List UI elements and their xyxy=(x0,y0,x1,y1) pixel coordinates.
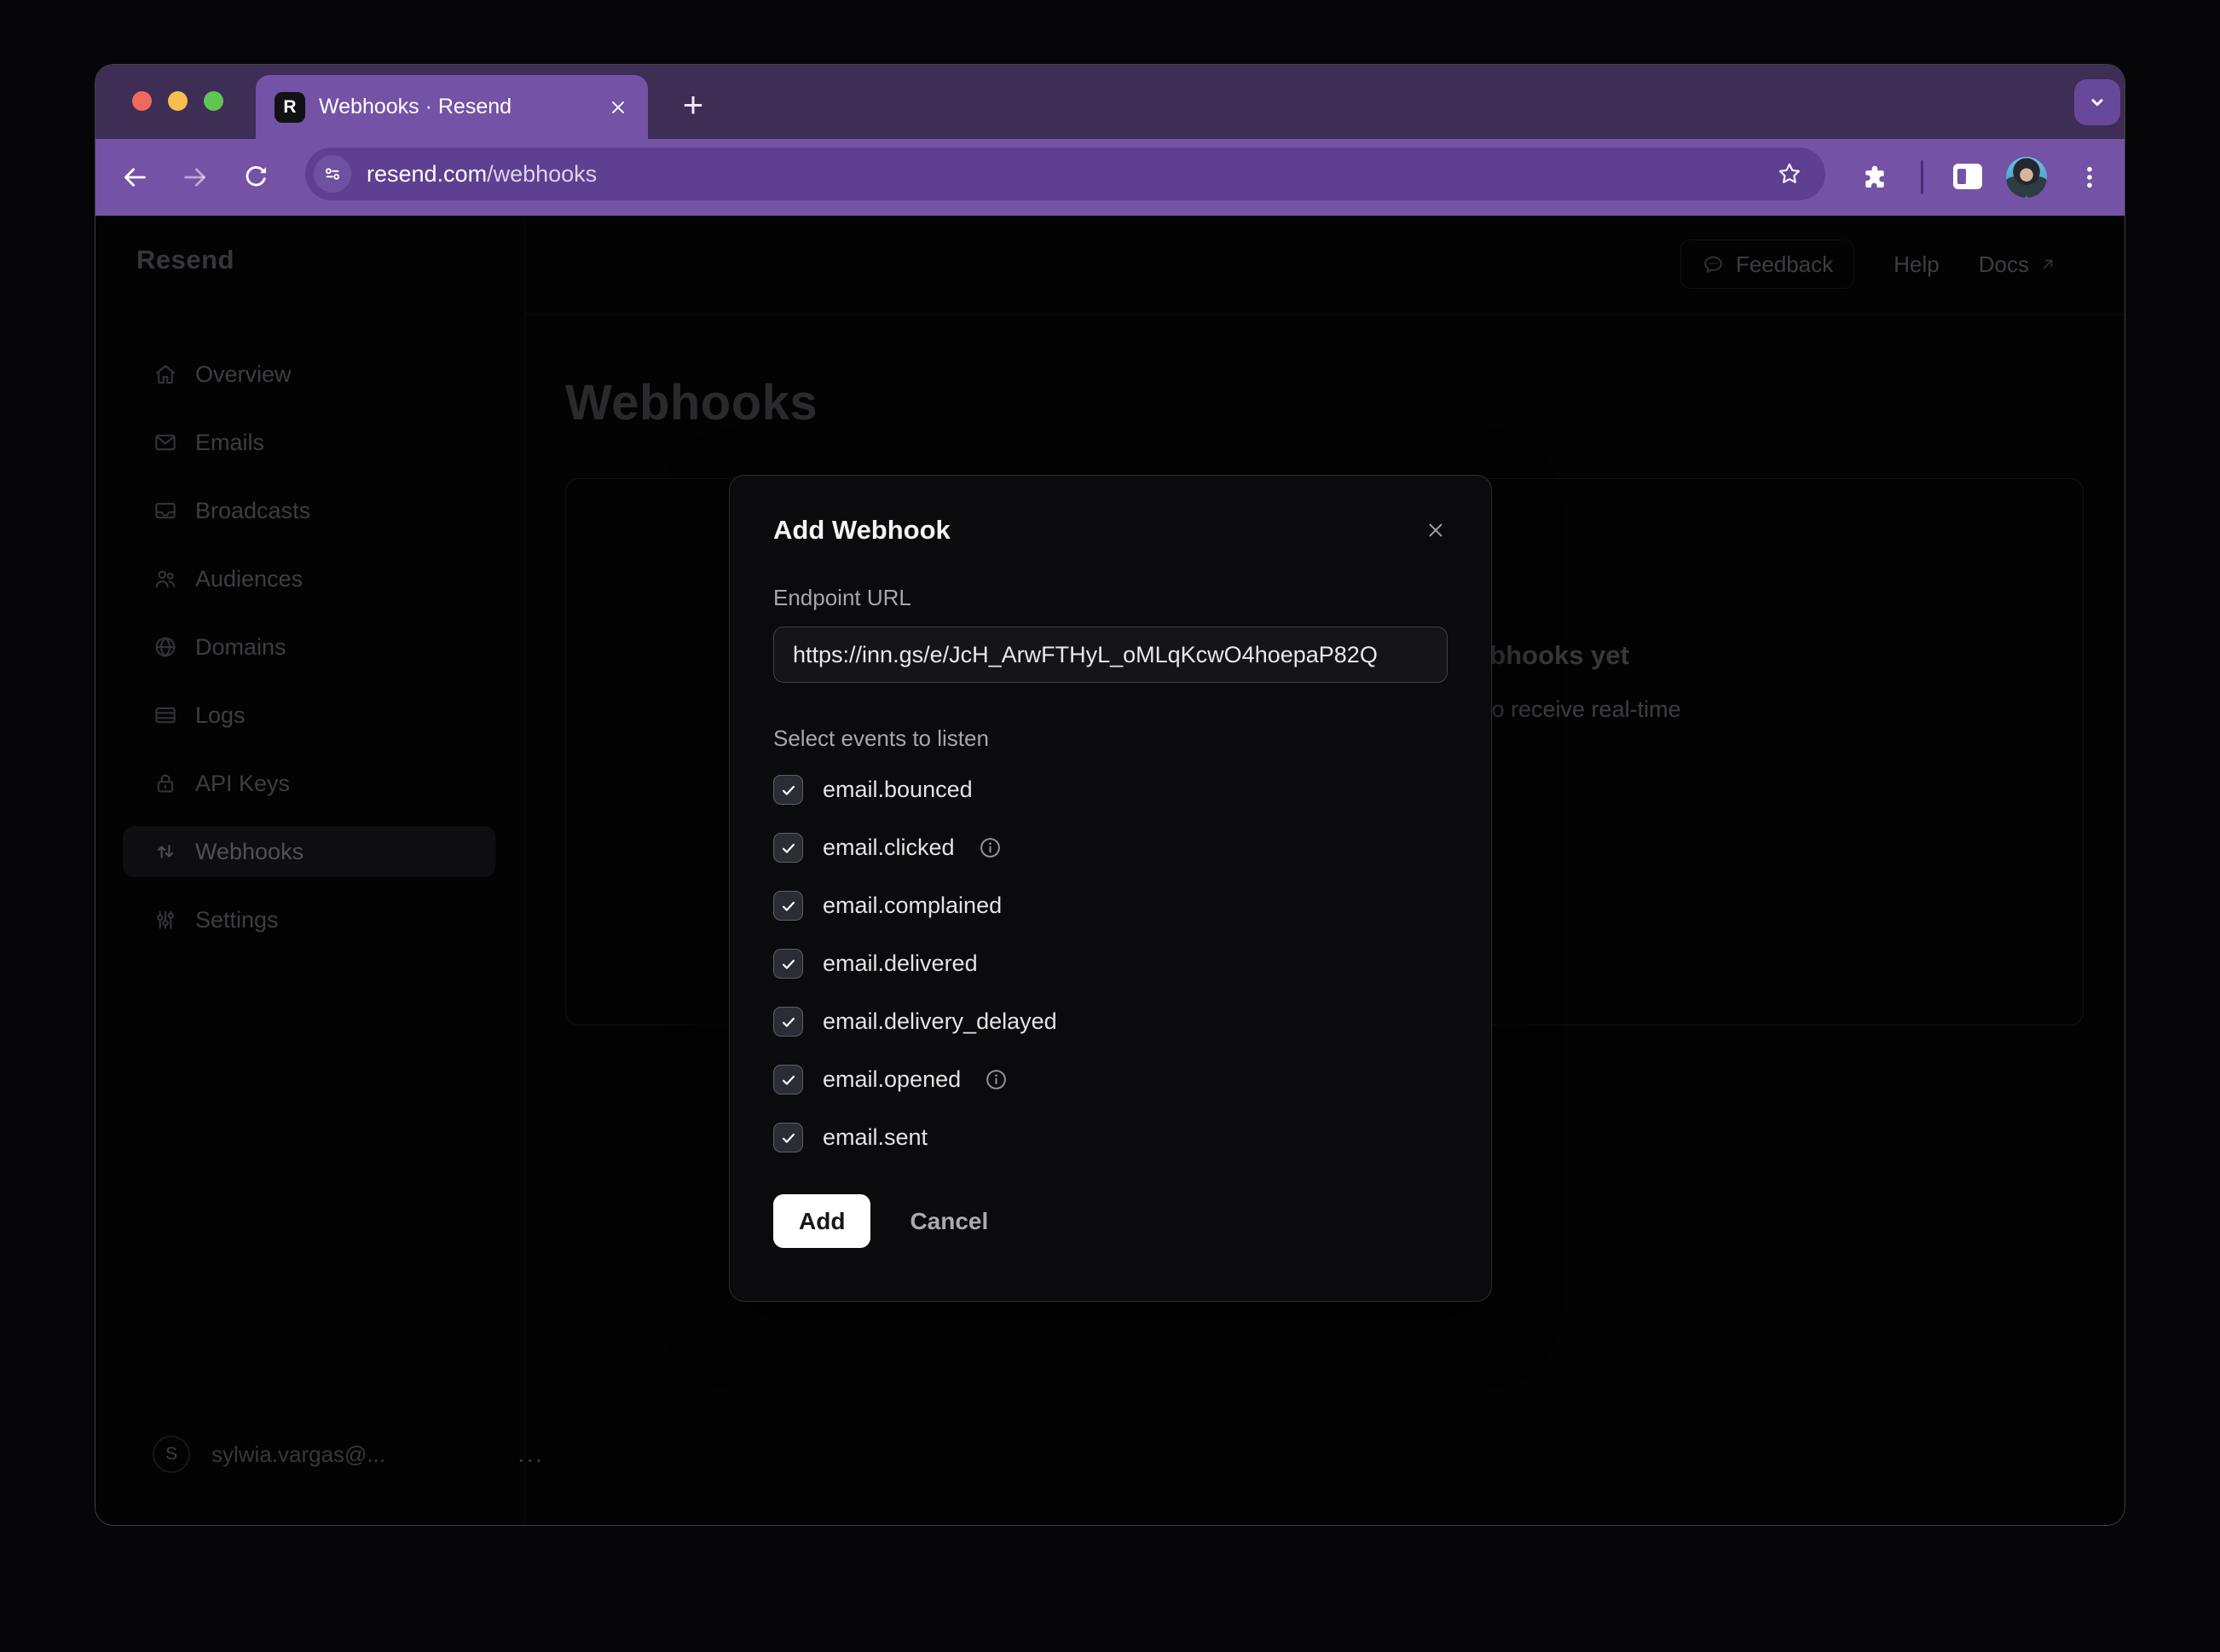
chevron-down-icon xyxy=(2084,90,2110,115)
cancel-button[interactable]: Cancel xyxy=(910,1208,988,1235)
event-row: email.bounced xyxy=(773,774,1448,806)
close-window-button[interactable] xyxy=(132,91,152,111)
event-label: email.sent xyxy=(823,1124,928,1151)
side-panel-icon[interactable] xyxy=(1953,164,1982,189)
event-checkbox[interactable] xyxy=(773,949,803,979)
url-text: resend.com/webhooks xyxy=(367,161,597,188)
url-path: /webhooks xyxy=(487,161,597,187)
page-content: Resend OverviewEmailsBroadcastsAudiences… xyxy=(95,216,2125,1525)
event-checkbox[interactable] xyxy=(773,1007,803,1037)
tab-strip: R Webhooks · Resend + xyxy=(95,65,2125,139)
event-row: email.opened xyxy=(773,1064,1448,1095)
select-events-label: Select events to listen xyxy=(773,725,1448,752)
minimize-window-button[interactable] xyxy=(168,91,188,111)
profile-avatar[interactable] xyxy=(2006,157,2047,198)
event-row: email.clicked xyxy=(773,832,1448,864)
modal-title: Add Webhook xyxy=(773,515,951,546)
address-bar[interactable]: resend.com/webhooks xyxy=(305,147,1825,200)
forward-icon[interactable] xyxy=(181,163,210,192)
events-list: email.bounced email.clicked email.complain… xyxy=(773,774,1448,1153)
window-controls xyxy=(132,91,223,111)
event-label: email.complained xyxy=(823,892,1002,919)
modal-footer: Add Cancel xyxy=(773,1194,1448,1248)
browser-toolbar: resend.com/webhooks xyxy=(95,139,2125,216)
add-webhook-modal: Add Webhook Endpoint URL Select events t… xyxy=(729,475,1492,1302)
event-label: email.delivery_delayed xyxy=(823,1008,1057,1035)
check-icon xyxy=(779,781,798,800)
event-checkbox[interactable] xyxy=(773,1065,803,1095)
event-checkbox[interactable] xyxy=(773,775,803,805)
event-label: email.clicked xyxy=(823,835,955,861)
browser-menu-icon[interactable] xyxy=(2076,164,2103,191)
extensions-puzzle-icon[interactable] xyxy=(1861,164,1888,191)
tune-icon xyxy=(321,162,344,186)
bookmark-star-icon[interactable] xyxy=(1776,160,1803,188)
new-tab-button[interactable]: + xyxy=(672,84,714,126)
site-settings-button[interactable] xyxy=(314,155,351,193)
check-icon xyxy=(779,1013,798,1031)
toolbar-divider xyxy=(1921,160,1923,194)
event-label: email.delivered xyxy=(823,950,978,977)
reload-icon[interactable] xyxy=(241,163,270,192)
event-row: email.complained xyxy=(773,890,1448,921)
zoom-window-button[interactable] xyxy=(204,91,223,111)
add-button[interactable]: Add xyxy=(773,1194,870,1248)
check-icon xyxy=(779,897,798,916)
tab-title: Webhooks · Resend xyxy=(319,95,593,119)
back-icon[interactable] xyxy=(120,163,149,192)
event-row: email.delivery_delayed xyxy=(773,1006,1448,1037)
event-checkbox[interactable] xyxy=(773,891,803,921)
browser-window: R Webhooks · Resend + resend.com/webhook… xyxy=(95,64,2125,1526)
event-checkbox[interactable] xyxy=(773,1123,803,1152)
url-host: resend.com xyxy=(367,161,487,187)
tab-close-icon[interactable] xyxy=(607,96,629,118)
event-label: email.bounced xyxy=(823,777,973,803)
browser-tab[interactable]: R Webhooks · Resend xyxy=(256,75,648,139)
check-icon xyxy=(779,1129,798,1147)
modal-header: Add Webhook xyxy=(773,515,1448,546)
check-icon xyxy=(779,955,798,973)
close-icon[interactable] xyxy=(1424,518,1448,542)
event-checkbox[interactable] xyxy=(773,833,803,863)
tab-search-button[interactable] xyxy=(2074,79,2120,125)
endpoint-url-label: Endpoint URL xyxy=(773,585,1448,611)
check-icon xyxy=(779,1071,798,1089)
event-row: email.delivered xyxy=(773,948,1448,979)
endpoint-url-input[interactable] xyxy=(773,627,1448,683)
info-icon[interactable] xyxy=(978,835,1003,860)
event-label: email.opened xyxy=(823,1066,961,1093)
info-icon[interactable] xyxy=(984,1067,1009,1092)
event-row: email.sent xyxy=(773,1122,1448,1153)
tab-favicon: R xyxy=(275,92,305,123)
check-icon xyxy=(779,839,798,858)
desktop-background: R Webhooks · Resend + resend.com/webhook… xyxy=(0,0,2220,1652)
